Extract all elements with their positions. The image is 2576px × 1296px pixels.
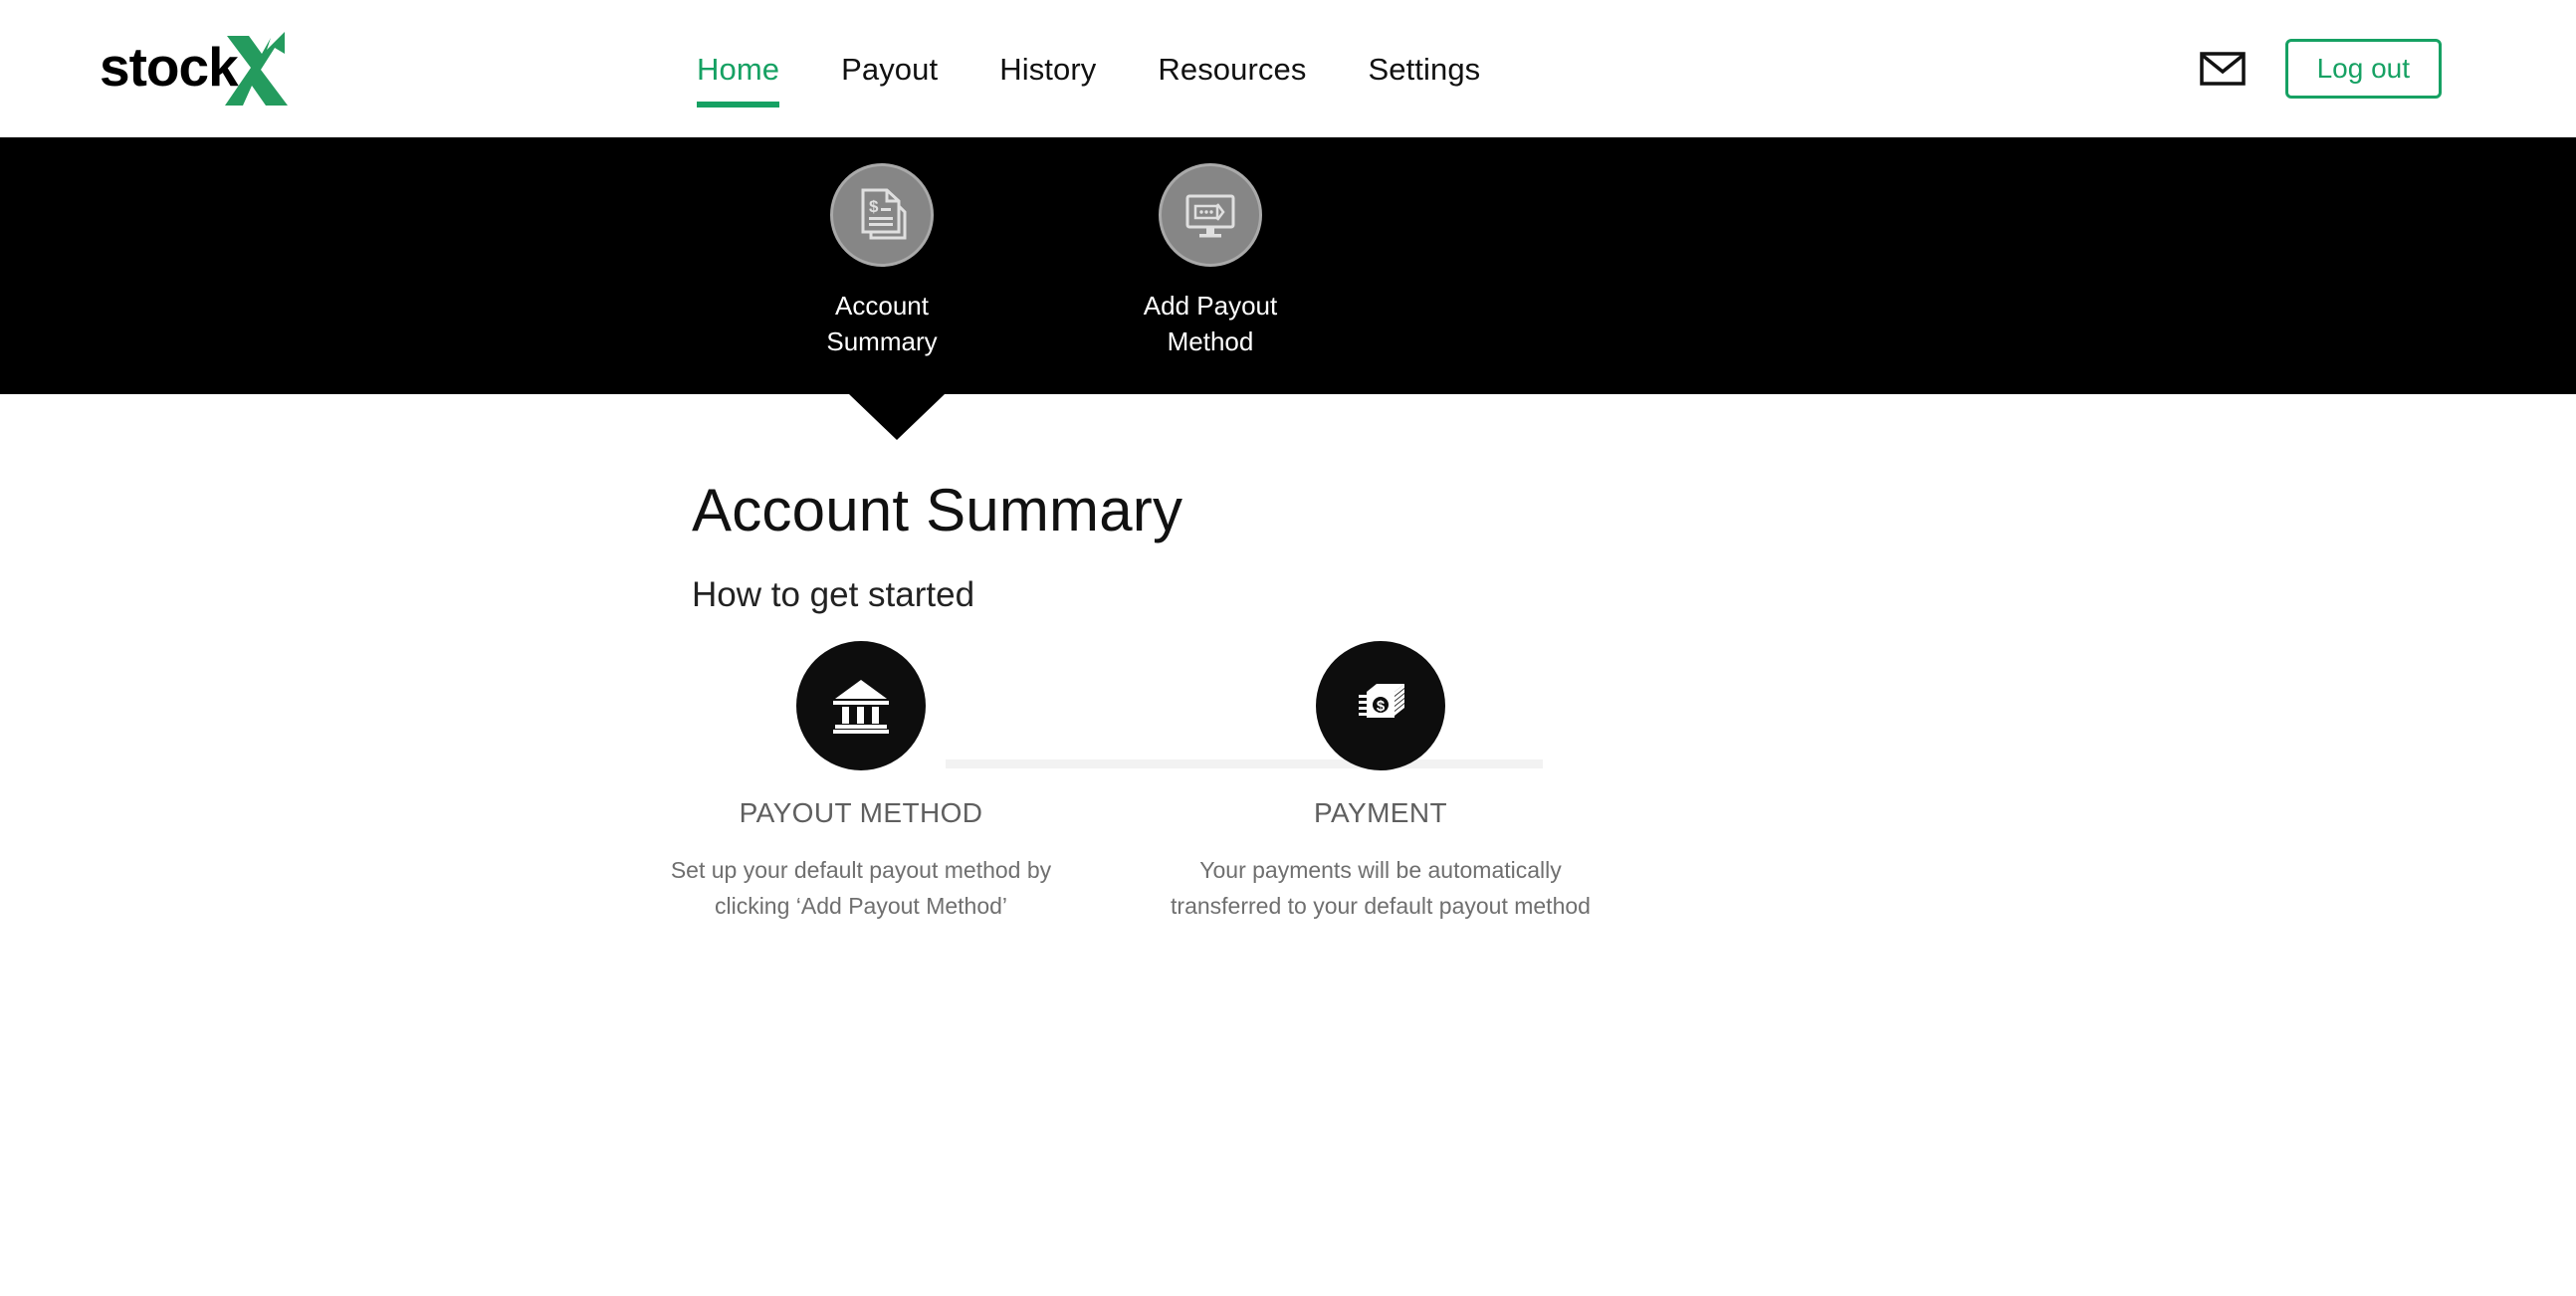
account-summary-circle: $: [830, 163, 934, 267]
flow-step-label: PAYOUT METHOD: [740, 799, 983, 827]
bank-icon: [825, 668, 897, 745]
nav-item-payout[interactable]: Payout: [841, 54, 938, 85]
payout-method-circle: [796, 641, 926, 770]
nav-item-home[interactable]: Home: [697, 54, 779, 85]
stockx-logo-icon: stock: [100, 28, 295, 109]
main-nav: Home Payout History Resources Settings: [697, 0, 1480, 137]
money-stack-icon: $: [1347, 670, 1414, 743]
step-tab-account-summary[interactable]: $ Account Summary: [786, 163, 977, 359]
invoice-document-icon: $: [853, 186, 911, 244]
nav-item-resources[interactable]: Resources: [1158, 54, 1306, 85]
step-navigation-bar: $ Account Summary: [0, 137, 2576, 394]
step-tabs: $ Account Summary: [786, 163, 1306, 359]
active-step-pointer: [849, 394, 945, 440]
svg-text:$: $: [869, 197, 879, 216]
logout-button[interactable]: Log out: [2285, 39, 2442, 99]
svg-text:stock: stock: [100, 36, 239, 98]
getting-started-flow: PAYOUT METHOD Set up your default payout…: [692, 641, 1687, 930]
flow-step-payout-method: PAYOUT METHOD Set up your default payout…: [647, 641, 1075, 924]
stockx-seller-portal-page: stock Home Payout History Resources Sett…: [0, 0, 2576, 1296]
step-tab-add-payout-method[interactable]: Add Payout Method: [1115, 163, 1306, 359]
section-subtitle: How to get started: [692, 577, 974, 612]
flow-step-payment: $ PAYMENT Your payments will be automati…: [1167, 641, 1595, 924]
flow-step-description: Set up your default payout method by cli…: [647, 853, 1075, 924]
svg-text:$: $: [1377, 698, 1386, 715]
flow-step-label: PAYMENT: [1314, 799, 1447, 827]
stockx-logo[interactable]: stock: [100, 28, 295, 109]
step-tab-label: Account Summary: [826, 289, 937, 359]
top-header: stock Home Payout History Resources Sett…: [0, 0, 2576, 137]
add-payout-method-circle: [1159, 163, 1262, 267]
flow-step-description: Your payments will be automatically tran…: [1167, 853, 1595, 924]
monitor-card-icon: [1181, 186, 1239, 244]
step-tab-label: Add Payout Method: [1144, 289, 1277, 359]
nav-item-history[interactable]: History: [999, 54, 1096, 85]
payment-circle: $: [1316, 641, 1445, 770]
header-actions: Log out: [2200, 0, 2442, 137]
nav-item-settings[interactable]: Settings: [1368, 54, 1480, 85]
envelope-icon[interactable]: [2200, 52, 2246, 86]
page-title: Account Summary: [692, 481, 1182, 540]
